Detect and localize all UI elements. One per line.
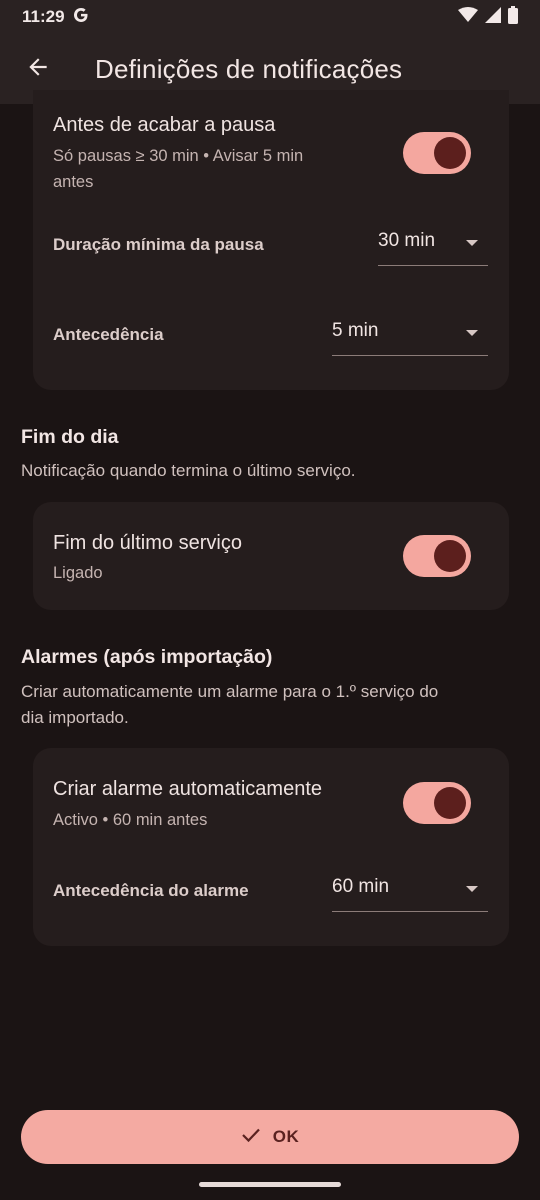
alarm-advance-dropdown[interactable]: 60 min bbox=[332, 872, 488, 912]
dropdown-arrow-icon bbox=[466, 330, 478, 336]
end-of-day-section-title: Fim do dia bbox=[21, 426, 119, 448]
min-duration-value: 30 min bbox=[378, 230, 436, 251]
status-time: 11:29 bbox=[22, 7, 65, 26]
advance-label: Antecedência bbox=[53, 325, 164, 344]
alarms-section-desc-line1: Criar automaticamente um alarme para o 1… bbox=[21, 682, 439, 701]
pause-toggle[interactable] bbox=[403, 132, 471, 174]
check-icon bbox=[241, 1127, 261, 1148]
alarm-advance-label: Antecedência do alarme bbox=[53, 881, 249, 900]
page-title: Definições de notificações bbox=[95, 53, 403, 84]
pause-subtitle-line1: Só pausas ≥ 30 min • Avisar 5 min bbox=[53, 147, 304, 165]
alarm-toggle[interactable] bbox=[403, 782, 471, 824]
arrow-back-icon bbox=[25, 54, 51, 85]
dropdown-arrow-icon bbox=[466, 886, 478, 892]
screen: 11:29 Definições de notificações Antes d… bbox=[0, 0, 540, 1200]
alarms-section-title: Alarmes (após importação) bbox=[21, 646, 273, 668]
pause-subtitle-line2: antes bbox=[53, 173, 94, 191]
alarm-card: Criar alarme automaticamente Activo • 60… bbox=[33, 748, 509, 946]
alarm-card-title: Criar alarme automaticamente bbox=[53, 778, 322, 800]
end-of-day-card-title: Fim do último serviço bbox=[53, 532, 242, 554]
min-duration-label: Duração mínima da pausa bbox=[53, 235, 264, 254]
toggle-thumb bbox=[434, 137, 466, 169]
pause-title: Antes de acabar a pausa bbox=[53, 114, 276, 136]
min-duration-dropdown[interactable]: 30 min bbox=[378, 226, 488, 266]
alarms-section-desc-line2: dia importado. bbox=[21, 708, 129, 727]
battery-icon bbox=[508, 5, 518, 29]
toggle-thumb bbox=[434, 540, 466, 572]
signal-icon bbox=[485, 6, 501, 28]
toggle-thumb bbox=[434, 787, 466, 819]
ok-button-label: OK bbox=[272, 1127, 300, 1146]
advance-dropdown[interactable]: 5 min bbox=[332, 316, 488, 356]
status-bar: 11:29 bbox=[0, 0, 540, 34]
ok-button[interactable]: OK bbox=[21, 1110, 519, 1164]
end-of-day-card: Fim do último serviço Ligado bbox=[33, 502, 509, 610]
alarm-card-subtitle: Activo • 60 min antes bbox=[53, 811, 208, 829]
end-of-day-toggle[interactable] bbox=[403, 535, 471, 577]
home-indicator[interactable] bbox=[199, 1182, 341, 1187]
dropdown-arrow-icon bbox=[466, 240, 478, 246]
end-of-day-card-subtitle: Ligado bbox=[53, 564, 103, 582]
advance-value: 5 min bbox=[332, 320, 379, 341]
wifi-icon bbox=[458, 6, 478, 28]
google-g-icon bbox=[73, 7, 89, 28]
end-of-day-section-desc: Notificação quando termina o último serv… bbox=[21, 461, 356, 480]
alarm-advance-value: 60 min bbox=[332, 876, 390, 897]
pause-notification-card: Antes de acabar a pausa Só pausas ≥ 30 m… bbox=[33, 90, 509, 390]
